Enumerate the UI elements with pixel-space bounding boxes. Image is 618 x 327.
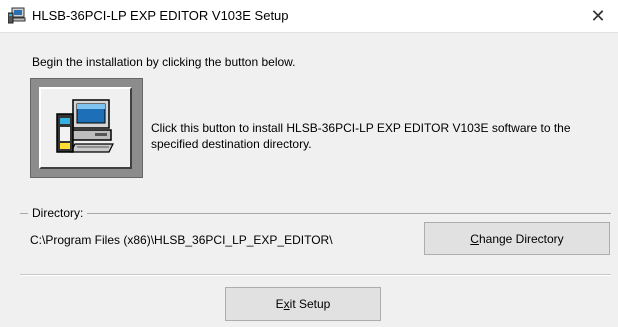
exit-setup-label-start: E	[275, 297, 284, 311]
directory-path: C:\Program Files (x86)\HLSB_36PCI_LP_EXP…	[30, 233, 333, 247]
intro-text: Begin the installation by clicking the b…	[32, 55, 296, 69]
install-button[interactable]	[39, 87, 132, 169]
change-directory-label: hange Directory	[478, 231, 564, 246]
separator	[20, 274, 611, 276]
install-computer-icon	[55, 96, 117, 161]
change-directory-button[interactable]: Change Directory	[424, 222, 610, 255]
close-button[interactable]: ✕	[578, 0, 618, 32]
title-bar: HLSB-36PCI-LP EXP EDITOR V103E Setup ✕	[0, 0, 618, 33]
install-description: Click this button to install HLSB-36PCI-…	[151, 121, 571, 151]
window-title: HLSB-36PCI-LP EXP EDITOR V103E Setup	[32, 8, 289, 23]
change-directory-mnemonic: C	[470, 231, 479, 246]
install-button-frame	[30, 78, 143, 178]
exit-setup-label-end: it Setup	[289, 297, 331, 311]
close-icon: ✕	[590, 5, 606, 26]
exit-setup-button[interactable]: Ex it Setup	[225, 287, 381, 321]
directory-label: Directory:	[28, 206, 88, 220]
setup-computer-icon	[7, 7, 26, 25]
